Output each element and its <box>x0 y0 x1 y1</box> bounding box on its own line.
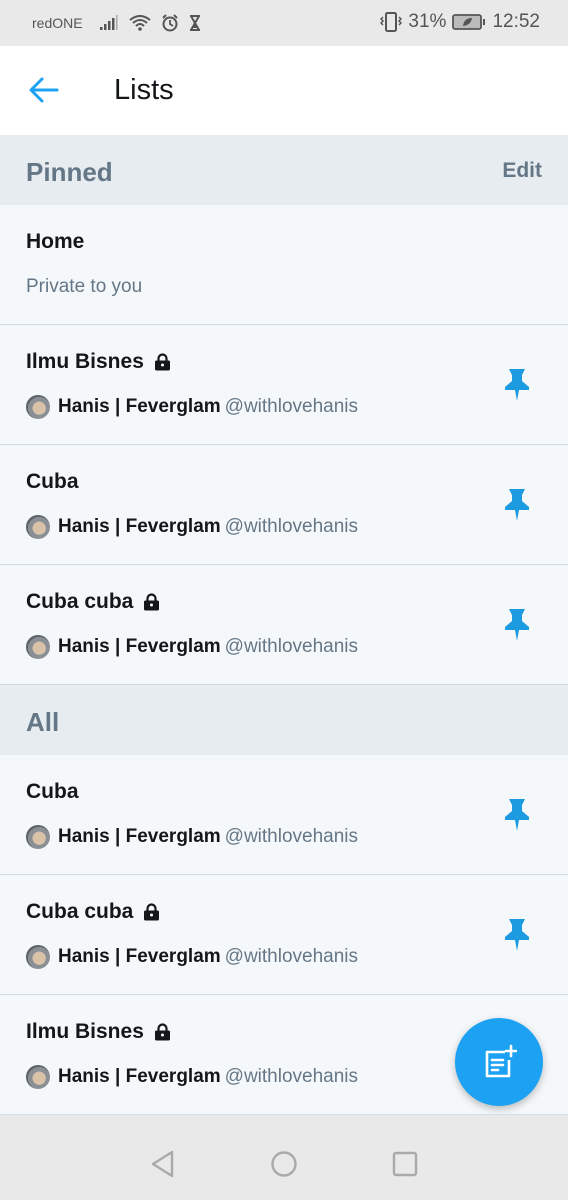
clock: 12:52 <box>492 11 540 32</box>
nav-home-button[interactable] <box>269 1149 299 1179</box>
list-owner: Hanis | Feverglam @withlovehanis <box>26 1065 358 1089</box>
battery-percent: 31% <box>408 11 447 32</box>
list-title: Ilmu Bisnes <box>26 350 171 374</box>
list-title-text: Cuba cuba <box>26 900 134 923</box>
owner-handle: @withlovehanis <box>224 396 359 417</box>
list-owner: Hanis | Feverglam @withlovehanis <box>26 945 358 969</box>
owner-name: Hanis | Feverglam <box>58 946 221 967</box>
back-button[interactable] <box>26 74 62 106</box>
owner-name: Hanis | Feverglam <box>58 396 221 417</box>
pin-icon <box>505 489 529 521</box>
owner-name: Hanis | Feverglam <box>58 516 221 537</box>
owner-name: Hanis | Feverglam <box>58 636 221 657</box>
list-title-text: Home <box>26 230 85 253</box>
page-title: Lists <box>114 74 174 106</box>
system-nav-bar <box>0 1114 568 1200</box>
avatar <box>26 825 50 849</box>
list-title-text: Cuba <box>26 780 79 803</box>
lock-icon <box>154 1023 170 1041</box>
all-section-header: All <box>0 685 568 755</box>
list-title-text: Cuba <box>26 470 79 493</box>
list-owner: Hanis | Feverglam @withlovehanis <box>26 395 358 419</box>
signal-icon <box>99 15 119 31</box>
owner-name: Hanis | Feverglam <box>58 826 221 847</box>
list-title-text: Cuba cuba <box>26 590 134 613</box>
back-nav-icon <box>151 1150 174 1178</box>
list-item[interactable]: Ilmu Bisnes Hanis | Feverglam @withloveh… <box>0 325 568 445</box>
list-title: Home <box>26 230 84 254</box>
new-list-icon <box>485 1044 517 1078</box>
home-nav-icon <box>271 1151 297 1177</box>
lock-icon <box>154 353 170 371</box>
list-title: Cuba cuba <box>26 900 160 924</box>
owner-handle: @withlovehanis <box>224 946 359 967</box>
pinned-section-header: Pinned Edit <box>0 135 568 205</box>
avatar <box>26 515 50 539</box>
list-title-text: Ilmu Bisnes <box>26 350 144 373</box>
status-bar: redONE 31% 12:52 <box>0 0 568 46</box>
owner-handle: @withlovehanis <box>224 826 359 847</box>
list-owner: Hanis | Feverglam @withlovehanis <box>26 825 358 849</box>
pin-button[interactable] <box>502 487 532 523</box>
avatar <box>26 635 50 659</box>
lock-icon <box>144 903 160 921</box>
list-subtitle: Private to you <box>26 276 143 297</box>
list-item-home[interactable]: Home Private to you <box>0 205 568 325</box>
list-item[interactable]: Cuba cuba Hanis | Feverglam @withlovehan… <box>0 875 568 995</box>
all-section-title: All <box>26 707 60 737</box>
owner-handle: @withlovehanis <box>224 516 359 537</box>
lock-icon <box>144 593 160 611</box>
pin-button[interactable] <box>502 797 532 833</box>
carrier-label: redONE <box>32 15 83 31</box>
pin-icon <box>505 369 529 401</box>
list-title: Ilmu Bisnes <box>26 1020 171 1044</box>
list-item[interactable]: Cuba Hanis | Feverglam @withlovehanis <box>0 755 568 875</box>
owner-handle: @withlovehanis <box>224 1066 359 1087</box>
avatar <box>26 945 50 969</box>
nav-recents-button[interactable] <box>390 1149 420 1179</box>
pin-icon <box>505 919 529 951</box>
owner-handle: @withlovehanis <box>224 636 359 657</box>
app-bar: Lists <box>0 46 568 135</box>
hourglass-icon <box>189 15 201 31</box>
nav-back-button[interactable] <box>148 1149 178 1179</box>
pin-button[interactable] <box>502 917 532 953</box>
pinned-section-title: Pinned <box>26 157 113 187</box>
new-list-button[interactable] <box>455 1018 543 1106</box>
list-owner: Hanis | Feverglam @withlovehanis <box>26 515 358 539</box>
list-item[interactable]: Cuba cuba Hanis | Feverglam @withlovehan… <box>0 565 568 685</box>
pin-icon <box>505 609 529 641</box>
avatar <box>26 1065 50 1089</box>
wifi-icon <box>128 15 151 31</box>
pin-button[interactable] <box>502 607 532 643</box>
vibrate-icon <box>380 12 403 32</box>
pin-icon <box>505 799 529 831</box>
list-title: Cuba <box>26 470 79 494</box>
list-owner: Hanis | Feverglam @withlovehanis <box>26 635 358 659</box>
battery-saver-icon <box>452 13 486 31</box>
pin-button[interactable] <box>502 367 532 403</box>
alarm-icon <box>161 14 179 32</box>
list-title: Cuba cuba <box>26 590 160 614</box>
owner-name: Hanis | Feverglam <box>58 1066 221 1087</box>
edit-button[interactable]: Edit <box>502 159 542 183</box>
recents-nav-icon <box>392 1151 418 1177</box>
arrow-left-icon <box>29 77 59 103</box>
list-title: Cuba <box>26 780 79 804</box>
avatar <box>26 395 50 419</box>
list-title-text: Ilmu Bisnes <box>26 1020 144 1043</box>
list-item[interactable]: Cuba Hanis | Feverglam @withlovehanis <box>0 445 568 565</box>
